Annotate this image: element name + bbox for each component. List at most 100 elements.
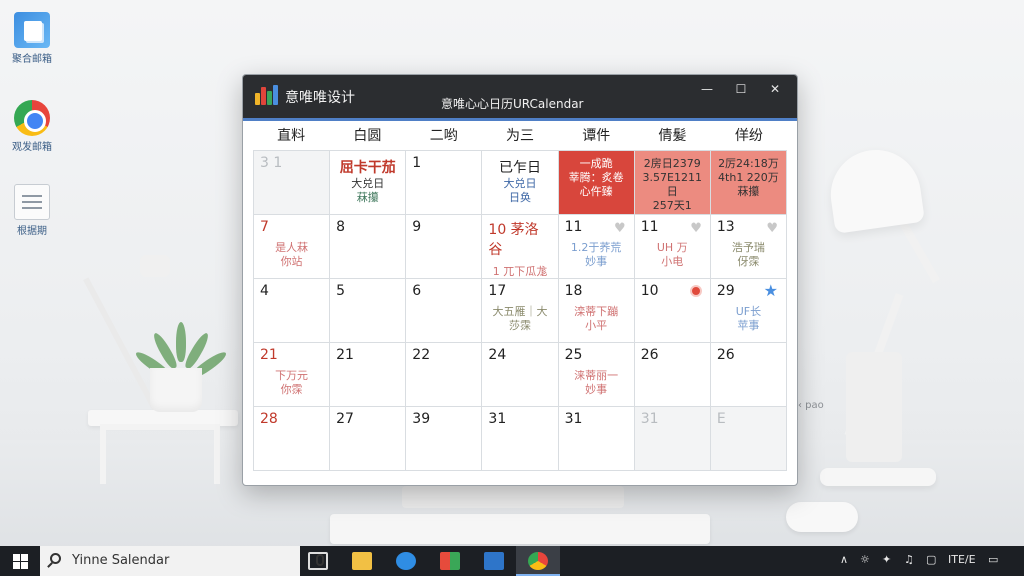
calendar-event[interactable]: 一成跪 bbox=[565, 157, 628, 171]
calendar-event[interactable]: 4th1 220万 bbox=[717, 171, 780, 185]
store-button[interactable] bbox=[428, 546, 472, 576]
calendar-day-cell[interactable]: 7 是人菻 你站 bbox=[254, 215, 331, 279]
calendar-event[interactable]: 滦蒂下蹦 bbox=[565, 305, 628, 319]
calendar-event[interactable]: 是人菻 bbox=[260, 241, 323, 255]
calendar-day-cell[interactable]: 11 1.2于荞荒 妙事 ♥ bbox=[558, 215, 635, 279]
calendar-day-cell[interactable]: 29 UF长 苹事 ★ bbox=[710, 279, 787, 343]
title-bar[interactable]: 意唯唯设计 意唯心心日历URCalendar — ☐ ✕ bbox=[243, 75, 797, 121]
calendar-day-cell[interactable]: 22 bbox=[406, 343, 483, 407]
calendar-day-cell[interactable]: 21 bbox=[330, 343, 407, 407]
calendar-event[interactable]: 小电 bbox=[641, 255, 704, 269]
calendar-day-cell[interactable]: 8 bbox=[330, 215, 407, 279]
calendar-day-cell[interactable]: 4 bbox=[254, 279, 331, 343]
calendar-event[interactable]: 3.57E1211日 bbox=[641, 171, 704, 199]
calendar-event[interactable]: 苹事 bbox=[717, 319, 780, 333]
calendar-event[interactable]: 小平 bbox=[565, 319, 628, 333]
bluetooth-icon[interactable]: ✦ bbox=[882, 553, 891, 566]
desktop-icon-mail[interactable]: 聚合邮箱 bbox=[0, 12, 64, 66]
calendar-event[interactable]: UF长 bbox=[717, 305, 780, 319]
calendar-event[interactable]: 257天1 bbox=[641, 199, 704, 213]
heart-icon[interactable]: ♥ bbox=[690, 221, 702, 236]
calendar-event[interactable]: 妙事 bbox=[565, 255, 628, 269]
calendar-event[interactable]: 妙事 bbox=[565, 383, 628, 397]
calendar-day-cell[interactable]: 24 bbox=[482, 343, 559, 407]
star-icon[interactable]: ★ bbox=[764, 281, 778, 300]
calendar-day-cell[interactable]: 11 UH 万小电 ♥ bbox=[634, 215, 711, 279]
calendar-day-cell[interactable]: 1 bbox=[406, 151, 483, 215]
heart-icon[interactable]: ♥ bbox=[766, 221, 778, 236]
chrome-taskbar-button[interactable] bbox=[516, 546, 560, 576]
tray-clock[interactable]: ITE/E bbox=[948, 553, 976, 566]
calendar-event[interactable]: 日奂 bbox=[488, 191, 551, 205]
calendar-event[interactable]: 下万元 bbox=[260, 369, 323, 383]
calendar-day-cell[interactable]: 2房日2379 3.57E1211日 257天1 bbox=[634, 151, 711, 215]
calendar-event[interactable]: 2厉24:18万 bbox=[717, 157, 780, 171]
heart-icon[interactable]: ♥ bbox=[614, 221, 626, 236]
desktop-icon-notes[interactable]: 根据期 bbox=[0, 184, 64, 238]
calendar-event[interactable]: 涞蒂丽一 bbox=[565, 369, 628, 383]
notification-icon[interactable]: ▭ bbox=[988, 553, 998, 566]
start-button[interactable] bbox=[0, 546, 40, 576]
calendar-event[interactable]: 大兑日 bbox=[336, 177, 399, 191]
calendar-event[interactable]: UH 万 bbox=[641, 241, 704, 255]
calendar-event[interactable]: 你站 bbox=[260, 255, 323, 269]
calendar-day-cell[interactable]: 屈卡干茄 大兑日 菻攥 bbox=[330, 151, 407, 215]
task-view-button[interactable] bbox=[296, 546, 340, 576]
calendar-day-cell[interactable]: 10 bbox=[634, 279, 711, 343]
network-icon[interactable]: ☼ bbox=[860, 553, 870, 566]
calendar-day-cell[interactable]: E bbox=[710, 407, 787, 471]
calendar-event[interactable]: 大五雁｜大 bbox=[488, 305, 551, 319]
day-number: 18 bbox=[564, 283, 583, 299]
maximize-button[interactable]: ☐ bbox=[727, 79, 755, 99]
edge-button[interactable] bbox=[384, 546, 428, 576]
calendar-event[interactable]: 伢霂 bbox=[717, 255, 780, 269]
calendar-day-cell[interactable]: 17 大五雁｜大 莎霂 bbox=[482, 279, 559, 343]
close-button[interactable]: ✕ bbox=[761, 79, 789, 99]
calendar-event[interactable]: 菻攥 bbox=[717, 185, 780, 199]
calendar-day-cell[interactable]: 已乍日 大兑日 日奂 bbox=[482, 151, 559, 215]
calendar-event[interactable]: 莎霂 bbox=[488, 319, 551, 333]
minimize-button[interactable]: — bbox=[693, 79, 721, 99]
calendar-day-cell[interactable]: 27 bbox=[330, 407, 407, 471]
calendar-event[interactable]: 2房日2379 bbox=[641, 157, 704, 171]
app-name: 意唯唯设计 bbox=[285, 90, 355, 106]
window-title: 意唯心心日历URCalendar bbox=[441, 97, 584, 111]
calendar-day-cell[interactable]: 26 bbox=[710, 343, 787, 407]
file-explorer-button[interactable] bbox=[340, 546, 384, 576]
calendar-day-cell[interactable]: 一成跪 莘腾：炙卷 心仵臻 bbox=[558, 151, 635, 215]
calendar-day-cell[interactable]: 25 涞蒂丽一 妙事 bbox=[558, 343, 635, 407]
calendar-day-cell[interactable]: 31 bbox=[558, 407, 635, 471]
mail-button[interactable] bbox=[472, 546, 516, 576]
calendar-day-cell[interactable]: 9 bbox=[406, 215, 483, 279]
calendar-day-cell[interactable]: 28 bbox=[254, 407, 331, 471]
show-hidden-icons-button[interactable]: ∧ bbox=[840, 553, 848, 566]
calendar-event[interactable]: 大兑日 bbox=[488, 177, 551, 191]
calendar-day-cell[interactable]: 10 茅洛谷1 兀下瓜尨莎霂 bbox=[482, 215, 559, 279]
plant-pot bbox=[150, 368, 202, 412]
language-icon[interactable]: ▢ bbox=[926, 553, 936, 566]
app-logo-icon bbox=[255, 85, 278, 105]
calendar-day-cell[interactable]: 13 浩予瑞 伢霂 ♥ bbox=[710, 215, 787, 279]
file-explorer-icon bbox=[352, 552, 372, 570]
calendar-day-cell[interactable]: 39 bbox=[406, 407, 483, 471]
taskbar-search[interactable]: Yinne Salendar bbox=[40, 546, 324, 576]
calendar-day-cell[interactable]: 6 bbox=[406, 279, 483, 343]
calendar-day-cell[interactable]: 26 bbox=[634, 343, 711, 407]
calendar-event[interactable]: 莘腾：炙卷 bbox=[565, 171, 628, 185]
calendar-event[interactable]: 心仵臻 bbox=[565, 185, 628, 199]
calendar-event[interactable]: 你霂 bbox=[260, 383, 323, 397]
calendar-day-cell[interactable]: 31 bbox=[482, 407, 559, 471]
calendar-event[interactable]: 菻攥 bbox=[336, 191, 399, 205]
calendar-day-cell[interactable]: 21 下万元 你霂 bbox=[254, 343, 331, 407]
desktop-icon-browser[interactable]: 观发邮箱 bbox=[0, 100, 64, 154]
calendar-day-cell[interactable]: 31 bbox=[634, 407, 711, 471]
calendar-event[interactable]: 浩予瑞 bbox=[717, 241, 780, 255]
calendar-event[interactable]: 1 兀下瓜尨 bbox=[488, 265, 551, 278]
calendar-day-cell[interactable]: 5 bbox=[330, 279, 407, 343]
calendar-event[interactable]: 1.2于荞荒 bbox=[565, 241, 628, 255]
calendar-day-cell[interactable]: 3 1 bbox=[254, 151, 331, 215]
calendar-day-cell[interactable]: 18 滦蒂下蹦 小平 bbox=[558, 279, 635, 343]
calendar-day-cell[interactable]: 2厉24:18万 4th1 220万 菻攥 bbox=[710, 151, 787, 215]
record-dot-icon[interactable] bbox=[689, 285, 702, 297]
volume-icon[interactable]: ♫ bbox=[904, 553, 914, 566]
